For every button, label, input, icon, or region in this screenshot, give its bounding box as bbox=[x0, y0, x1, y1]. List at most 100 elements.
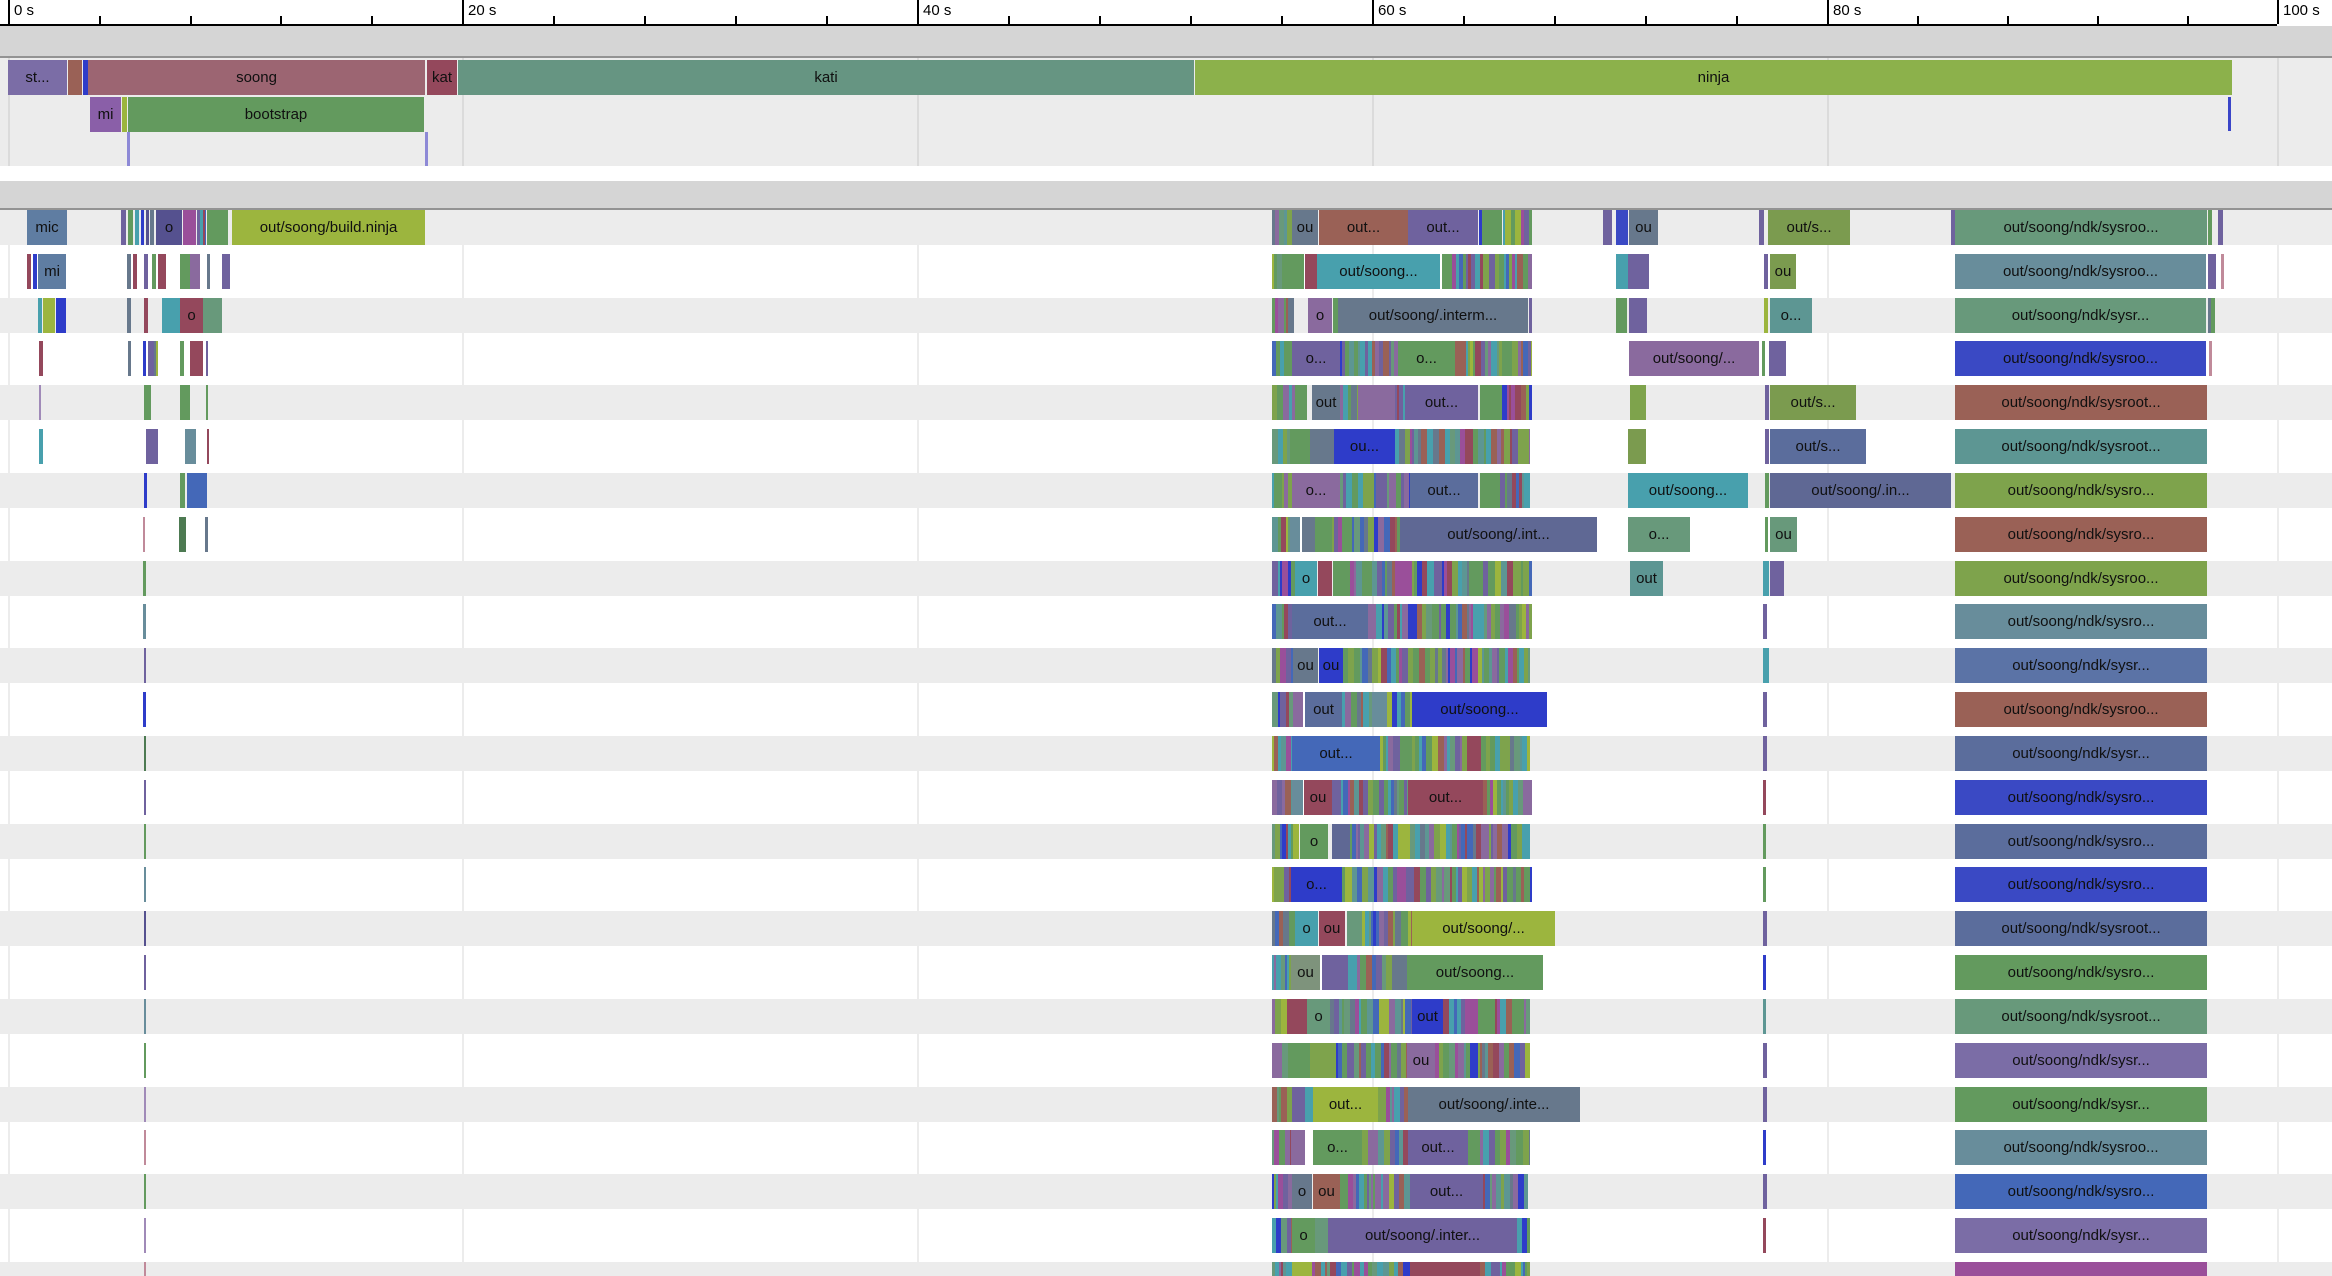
trace-slice[interactable] bbox=[1293, 692, 1303, 727]
trace-slice[interactable]: mi bbox=[90, 97, 121, 132]
trace-slice[interactable] bbox=[43, 298, 55, 333]
trace-slice[interactable]: out... bbox=[1408, 1130, 1468, 1165]
trace-slice-stripe[interactable] bbox=[1528, 254, 1532, 289]
trace-slice[interactable]: ou bbox=[1292, 210, 1318, 245]
trace-slice-stripe[interactable] bbox=[1529, 780, 1532, 815]
trace-slice[interactable] bbox=[1765, 429, 1769, 464]
trace-slice[interactable] bbox=[1315, 517, 1332, 552]
trace-slice[interactable] bbox=[1769, 341, 1786, 376]
time-ruler[interactable]: 0 s20 s40 s60 s80 s100 s bbox=[0, 0, 2332, 24]
trace-slice[interactable]: o... bbox=[1291, 867, 1342, 902]
trace-slice[interactable] bbox=[1291, 1130, 1305, 1165]
trace-slice[interactable] bbox=[39, 429, 43, 464]
trace-slice[interactable] bbox=[146, 429, 158, 464]
trace-slice[interactable] bbox=[1302, 517, 1315, 552]
trace-slice[interactable] bbox=[1765, 473, 1769, 508]
trace-slice[interactable]: o... bbox=[1313, 1130, 1362, 1165]
trace-slice[interactable]: out bbox=[1630, 561, 1663, 596]
trace-slice[interactable]: ou bbox=[1319, 648, 1343, 683]
trace-slice-stripe[interactable] bbox=[1530, 867, 1532, 902]
trace-slice[interactable] bbox=[1470, 1043, 1478, 1078]
trace-slice[interactable]: out/soong/ndk/sysroo... bbox=[1955, 341, 2206, 376]
trace-slice[interactable]: out/soong/.inter... bbox=[1328, 1218, 1517, 1253]
trace-slice[interactable]: o bbox=[156, 210, 182, 245]
trace-slice[interactable]: out/s... bbox=[1770, 385, 1856, 420]
trace-slice[interactable] bbox=[68, 60, 82, 95]
trace-slice[interactable]: o bbox=[1295, 911, 1318, 946]
trace-slice[interactable] bbox=[1333, 561, 1350, 596]
trace-slice[interactable] bbox=[1318, 561, 1332, 596]
trace-slice[interactable] bbox=[1290, 517, 1300, 552]
trace-slice[interactable]: out/soong/ndk/sysro... bbox=[1955, 867, 2207, 902]
trace-slice[interactable]: out bbox=[1312, 385, 1340, 420]
trace-slice[interactable]: out/soong/.interm... bbox=[1338, 298, 1528, 333]
trace-slice[interactable] bbox=[207, 254, 210, 289]
trace-slice[interactable] bbox=[122, 97, 127, 132]
trace-slice[interactable] bbox=[185, 429, 196, 464]
trace-slice[interactable] bbox=[143, 692, 146, 727]
trace-slice[interactable] bbox=[150, 210, 154, 245]
trace-slice[interactable]: bootstrap bbox=[128, 97, 424, 132]
trace-slice[interactable]: out bbox=[1305, 692, 1342, 727]
trace-slice-stripe[interactable] bbox=[1529, 604, 1532, 639]
trace-slice[interactable]: out... bbox=[1319, 210, 1408, 245]
trace-slice[interactable]: out/soong/ndk/sysro... bbox=[1955, 955, 2207, 990]
trace-slice[interactable]: out/soong/ndk/sysroo... bbox=[1955, 254, 2206, 289]
trace-slice[interactable] bbox=[1292, 1087, 1305, 1122]
trace-slice-stripe[interactable] bbox=[1524, 473, 1530, 508]
trace-slice[interactable] bbox=[143, 517, 145, 552]
trace-slice[interactable]: o bbox=[180, 298, 203, 333]
trace-slice[interactable]: out... bbox=[1408, 210, 1478, 245]
trace-slice[interactable] bbox=[1630, 385, 1646, 420]
trace-slice[interactable] bbox=[2208, 254, 2216, 289]
trace-slice[interactable]: out/soong... bbox=[1317, 254, 1440, 289]
trace-slice-stripe[interactable] bbox=[1527, 1218, 1530, 1253]
trace-slice[interactable]: out/soong/ndk/sysroo... bbox=[1955, 1130, 2207, 1165]
trace-slice-stripe[interactable] bbox=[1527, 1262, 1530, 1276]
trace-slice[interactable] bbox=[1305, 254, 1317, 289]
trace-slice[interactable]: out/soong/ndk/sysr... bbox=[1955, 736, 2207, 771]
trace-slice[interactable] bbox=[190, 254, 200, 289]
trace-slice-stripe[interactable] bbox=[1528, 648, 1530, 683]
trace-slice[interactable]: out/s... bbox=[1770, 429, 1866, 464]
trace-slice[interactable] bbox=[1322, 955, 1348, 990]
trace-slice[interactable]: out/soong/ndk/sysr... bbox=[1955, 298, 2206, 333]
trace-slice[interactable] bbox=[56, 298, 66, 333]
trace-slice[interactable] bbox=[141, 210, 144, 245]
trace-slice[interactable] bbox=[2211, 298, 2215, 333]
trace-slice[interactable] bbox=[1763, 867, 1766, 902]
trace-slice[interactable] bbox=[1358, 385, 1390, 420]
trace-slice[interactable] bbox=[206, 385, 208, 420]
trace-slice[interactable] bbox=[1628, 254, 1649, 289]
trace-slice[interactable] bbox=[1480, 473, 1500, 508]
trace-slice[interactable] bbox=[39, 385, 41, 420]
trace-slice[interactable] bbox=[1310, 1043, 1332, 1078]
trace-slice[interactable] bbox=[1759, 210, 1764, 245]
trace-slice[interactable]: out... bbox=[1292, 736, 1380, 771]
trace-slice[interactable] bbox=[1332, 824, 1350, 859]
trace-slice[interactable]: out/soong/ndk/sysroot... bbox=[1955, 999, 2207, 1034]
trace-slice[interactable] bbox=[1482, 210, 1502, 245]
trace-slice[interactable]: out/soong/ndk/sysro... bbox=[1955, 1174, 2207, 1209]
trace-slice[interactable] bbox=[1628, 429, 1646, 464]
trace-slice[interactable] bbox=[1465, 999, 1478, 1034]
trace-slice[interactable] bbox=[1955, 1262, 2207, 1276]
trace-slice[interactable] bbox=[144, 648, 146, 683]
trace-slice-stripe[interactable] bbox=[1525, 1043, 1530, 1078]
trace-slice[interactable] bbox=[1764, 298, 1768, 333]
trace-slice-stripe[interactable] bbox=[1527, 824, 1530, 859]
trace-slice[interactable]: o bbox=[1308, 298, 1332, 333]
trace-slice[interactable]: out/soong/ndk/sysr... bbox=[1955, 1218, 2207, 1253]
trace-slice[interactable] bbox=[39, 341, 43, 376]
trace-slice[interactable]: out bbox=[1412, 999, 1443, 1034]
trace-slice[interactable] bbox=[207, 210, 228, 245]
trace-slice-stripe[interactable] bbox=[205, 210, 206, 245]
trace-slice[interactable] bbox=[127, 298, 131, 333]
trace-slice[interactable] bbox=[1529, 298, 1532, 333]
trace-slice[interactable] bbox=[1292, 999, 1307, 1034]
trace-slice[interactable] bbox=[1478, 999, 1495, 1034]
trace-slice-stripe[interactable] bbox=[1529, 210, 1532, 245]
trace-slice[interactable] bbox=[1764, 254, 1768, 289]
trace-slice[interactable]: ou bbox=[1319, 911, 1345, 946]
trace-slice[interactable]: out/soong/ndk/sysroot... bbox=[1955, 429, 2207, 464]
